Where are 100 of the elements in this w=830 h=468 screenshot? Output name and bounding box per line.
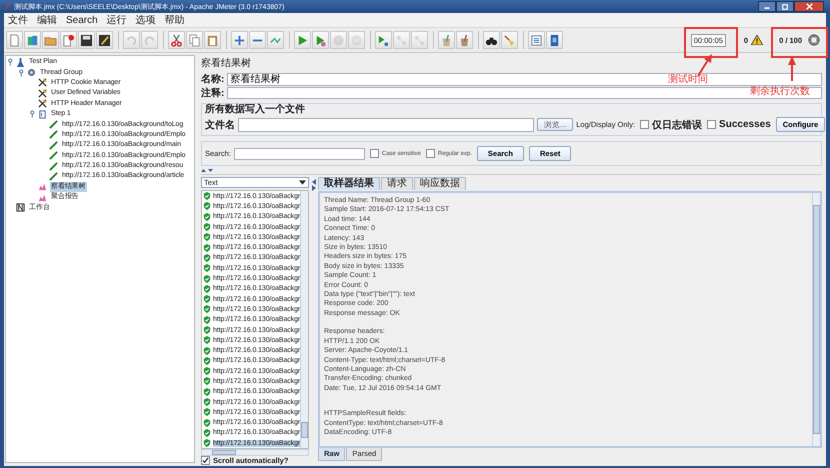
wrench-icon <box>38 78 47 88</box>
paste-button[interactable] <box>204 31 221 49</box>
checkbox[interactable] <box>201 456 210 466</box>
templates-button[interactable] <box>24 31 41 49</box>
vertical-scrollbar[interactable] <box>300 191 308 448</box>
bucket-icon <box>440 34 453 46</box>
remote-start-button[interactable] <box>375 31 392 49</box>
menu-item[interactable]: 帮助 <box>164 13 185 27</box>
save-button[interactable] <box>78 31 95 49</box>
pen-icon <box>49 162 58 171</box>
board-icon <box>16 203 25 212</box>
menu-item[interactable]: 选项 <box>136 13 156 27</box>
checkbox-label: Successes <box>719 119 771 130</box>
minimize-button[interactable] <box>758 1 776 12</box>
annotation-label: 测试时间 <box>668 72 708 86</box>
maximize-icon <box>781 4 789 10</box>
save-as-button[interactable] <box>96 31 113 49</box>
clear-button[interactable] <box>438 31 455 49</box>
box-icon <box>38 110 47 119</box>
field-label: 名称: <box>201 72 224 86</box>
checkbox[interactable] <box>640 120 650 129</box>
checkbox[interactable] <box>707 120 716 129</box>
help-button[interactable] <box>546 31 563 49</box>
scissors-icon <box>170 34 183 46</box>
flask-icon <box>16 58 25 67</box>
new-file-button[interactable] <box>6 31 23 49</box>
vertical-scrollbar[interactable] <box>812 193 820 446</box>
circle-icon <box>332 34 345 46</box>
undo-icon <box>125 34 138 46</box>
nodes-icon <box>395 34 408 46</box>
splitter-arrows-icon[interactable] <box>201 168 213 173</box>
field-label: 文件名 <box>205 118 235 132</box>
warning-icon[interactable] <box>751 35 764 45</box>
menu-item[interactable]: 文件 <box>8 13 28 27</box>
toggle-button[interactable] <box>267 31 284 49</box>
annotation-label: 剩余执行次数 <box>750 84 810 98</box>
start-no-pauses-button[interactable] <box>312 31 329 49</box>
list-icon <box>530 34 543 46</box>
floppy-pen-icon <box>98 34 111 46</box>
highlight-box <box>771 27 828 58</box>
start-button[interactable] <box>294 31 311 49</box>
menu-item[interactable]: Search <box>66 14 98 26</box>
clipboard-icon <box>206 34 219 46</box>
checkbox[interactable] <box>370 149 379 158</box>
open-button[interactable] <box>42 31 59 49</box>
function-helper-button[interactable] <box>528 31 545 49</box>
menu-item[interactable]: 运行 <box>106 13 127 27</box>
tab[interactable]: 响应数据 <box>414 177 466 190</box>
tab[interactable]: 请求 <box>381 177 413 190</box>
splitter-arrows-icon[interactable] <box>312 179 316 191</box>
pen-icon <box>49 151 58 160</box>
close-button[interactable] <box>794 1 824 12</box>
menu-item[interactable]: 编辑 <box>37 13 57 27</box>
maximize-button[interactable] <box>776 1 794 12</box>
gear-icon <box>27 68 36 78</box>
plus-icon <box>233 34 246 46</box>
play-dot-icon <box>377 34 390 46</box>
pen-icon <box>49 130 58 140</box>
nodes-icon <box>413 34 426 46</box>
copy-button[interactable] <box>186 31 203 49</box>
clear-all-button[interactable] <box>456 31 473 49</box>
arrow <box>788 56 796 81</box>
expand-toggle-icon[interactable] <box>30 110 36 118</box>
redo-icon <box>143 34 156 46</box>
crosshair-icon <box>808 34 820 46</box>
wrench-icon <box>38 99 47 108</box>
caret-icon <box>299 180 306 185</box>
pen-icon <box>49 172 58 181</box>
expand-button[interactable] <box>231 31 248 49</box>
bucket-icon <box>458 34 471 46</box>
collapse-button[interactable] <box>249 31 266 49</box>
close-file-button[interactable] <box>60 31 77 49</box>
close-icon <box>806 3 812 10</box>
checkbox[interactable] <box>426 149 435 158</box>
search-field[interactable] <box>234 148 365 160</box>
wrench-icon <box>38 88 47 98</box>
blank-page-icon <box>8 34 21 46</box>
pen-icon <box>49 140 58 150</box>
feather-icon <box>4 2 11 11</box>
page-dot-icon <box>62 34 75 46</box>
field-label: 注释: <box>201 86 224 100</box>
copy-icon <box>188 34 201 46</box>
pen-icon <box>49 120 58 130</box>
comment-field[interactable] <box>227 87 822 99</box>
expand-toggle-icon[interactable] <box>19 68 25 77</box>
cut-button[interactable] <box>168 31 185 49</box>
tab[interactable]: 取样器结果 <box>318 177 380 190</box>
highlight-box <box>684 27 738 58</box>
circle-x-icon <box>350 34 363 46</box>
books-icon <box>26 34 39 46</box>
horizontal-scrollbar[interactable] <box>201 449 309 456</box>
broom-icon <box>503 34 516 46</box>
help-book-icon <box>548 34 561 46</box>
expand-toggle-icon[interactable] <box>8 58 14 66</box>
panel-title: 察看结果树 <box>201 57 251 71</box>
filename-field[interactable] <box>238 118 534 132</box>
checkbox-label: 仅日志错误 <box>652 118 702 132</box>
search-button[interactable] <box>483 31 500 49</box>
play-icon <box>296 34 309 46</box>
group-title: 所有数据写入一个文件 <box>205 104 305 116</box>
